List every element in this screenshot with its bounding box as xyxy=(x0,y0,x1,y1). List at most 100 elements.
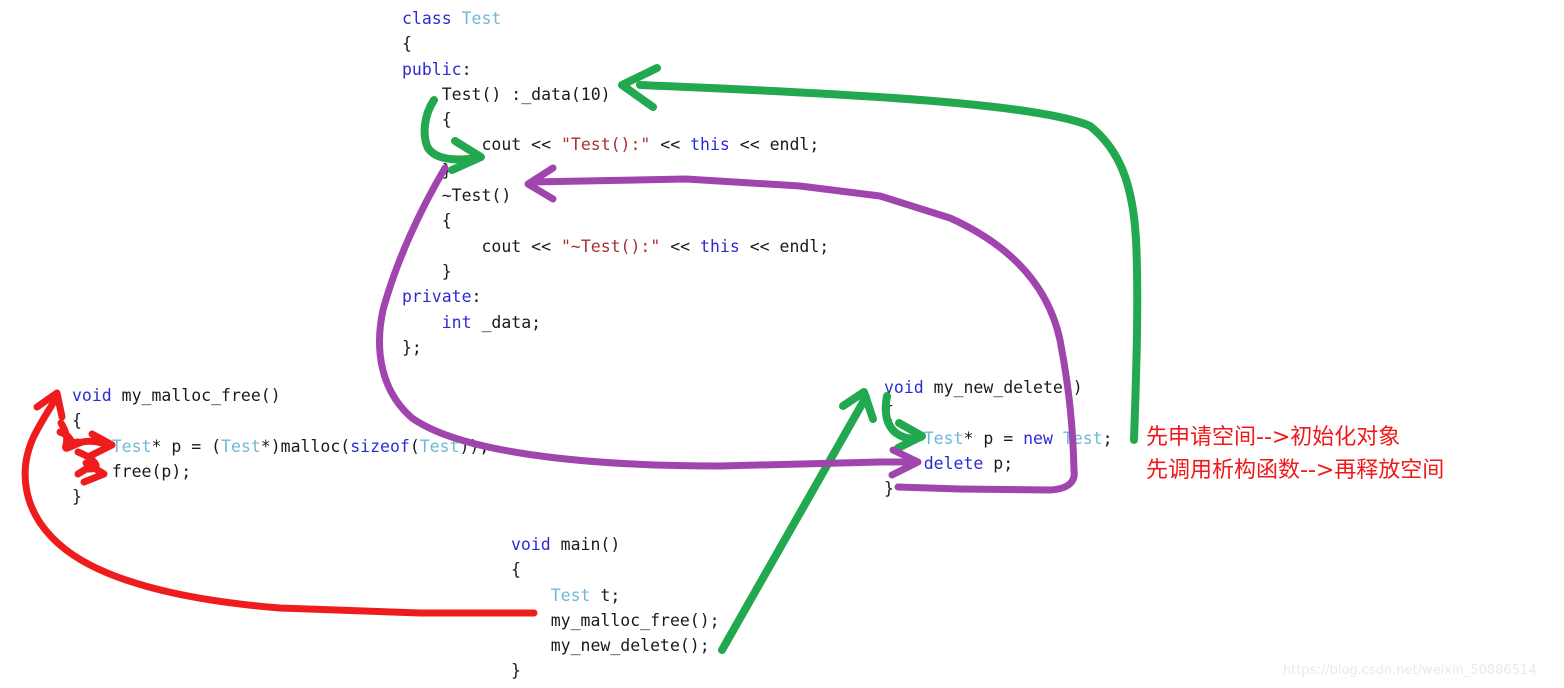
code-token: "Test():" xyxy=(560,135,651,155)
code-token: ( xyxy=(409,436,420,456)
code-token: { xyxy=(72,411,82,431)
code-line: void my_malloc_free() xyxy=(72,383,489,408)
code-token: cout << xyxy=(402,236,561,256)
code-line: class Test xyxy=(402,6,829,31)
code-line: } xyxy=(402,259,829,284)
code-token: } xyxy=(72,487,82,507)
code-token: main() xyxy=(550,535,621,554)
code-block-my-new-delete: void my_new_delete(){ Test* p = new Test… xyxy=(884,375,1113,501)
code-token: sizeof xyxy=(350,436,410,456)
code-line: } xyxy=(72,484,489,509)
code-line: cout << "Test():" << this << endl; xyxy=(402,132,829,157)
code-token: << xyxy=(650,135,691,155)
code-token: cout << xyxy=(402,135,561,155)
code-token: { xyxy=(884,403,894,423)
code-token: private xyxy=(402,287,472,307)
code-line: { xyxy=(402,107,829,132)
code-token: Test xyxy=(221,436,261,456)
code-block-my-malloc-free: void my_malloc_free(){ Test* p = (Test*)… xyxy=(72,383,489,509)
code-token: { xyxy=(402,34,412,54)
arrow-green-main-to-new-delete xyxy=(718,388,877,654)
code-token: } xyxy=(402,160,452,180)
code-token: { xyxy=(511,560,521,580)
code-token: *)malloc( xyxy=(260,436,351,456)
code-line: Test() :_data(10) xyxy=(402,82,829,107)
code-line: my_malloc_free(); xyxy=(511,608,720,633)
screenshot-canvas: class Test { public: Test() :_data(10) { c… xyxy=(0,0,1564,688)
code-token: : xyxy=(461,59,472,79)
code-token: ~Test() xyxy=(402,186,512,206)
code-line: { xyxy=(402,31,829,56)
code-line: Test t; xyxy=(511,583,720,608)
code-token: my_new_delete(); xyxy=(511,636,710,656)
code-token: class xyxy=(402,9,462,28)
watermark-url: https://blog.csdn.net/weixin_50886514 xyxy=(1283,663,1537,678)
code-line: Test* p = new Test; xyxy=(884,426,1113,451)
code-block-main: void main() { Test t; my_malloc_free(); m… xyxy=(511,532,720,684)
code-line: } xyxy=(511,658,720,683)
code-token: public xyxy=(402,59,462,79)
code-token: }; xyxy=(402,337,422,357)
code-token: Test xyxy=(111,436,152,456)
code-line: ~Test() xyxy=(402,183,829,208)
code-token: } xyxy=(402,261,452,281)
code-line: }; xyxy=(402,335,829,360)
code-line: Test* p = (Test*)malloc(sizeof(Test)); xyxy=(72,434,490,459)
code-token: void xyxy=(72,386,112,405)
code-token: t; xyxy=(590,585,621,605)
code-line: { xyxy=(72,408,489,433)
code-line: { xyxy=(402,208,829,233)
code-line: free(p); xyxy=(72,459,489,484)
code-token: void xyxy=(884,378,924,397)
code-token: : xyxy=(471,287,482,307)
code-token: )); xyxy=(459,436,490,456)
code-token: } xyxy=(884,479,894,499)
code-line: } xyxy=(402,158,829,183)
code-token: int xyxy=(441,312,472,332)
code-token: Test xyxy=(461,9,502,28)
code-line: my_new_delete(); xyxy=(511,633,720,658)
code-line: public: xyxy=(402,57,829,82)
code-line: } xyxy=(884,476,1113,501)
code-line: { xyxy=(884,400,1113,425)
code-token: << endl; xyxy=(729,135,820,155)
code-token: Test xyxy=(1062,428,1103,448)
code-token: } xyxy=(511,661,521,681)
code-token: Test() :_data(10) xyxy=(402,84,611,104)
code-token: _data; xyxy=(471,312,542,332)
code-token: this xyxy=(690,135,730,155)
code-line: { xyxy=(511,557,720,582)
code-token: my_new_delete() xyxy=(923,378,1083,397)
code-token: * p = xyxy=(963,428,1024,448)
code-line: int _data; xyxy=(402,310,829,335)
code-token: free(p); xyxy=(72,461,192,481)
code-token: p; xyxy=(983,453,1014,473)
code-token: my_malloc_free(); xyxy=(511,610,720,630)
code-block-class-test: class Test { public: Test() :_data(10) { c… xyxy=(402,6,829,360)
code-token: Test xyxy=(923,428,964,448)
code-line: void main() xyxy=(511,532,720,557)
code-line: cout << "~Test():" << this << endl; xyxy=(402,234,829,259)
code-token: << xyxy=(660,236,701,256)
code-token: << endl; xyxy=(739,236,830,256)
code-token: this xyxy=(700,236,740,256)
code-token: "~Test():" xyxy=(560,236,661,256)
code-token: Test xyxy=(419,436,460,456)
code-token: ; xyxy=(1102,428,1113,448)
code-line: private: xyxy=(402,284,829,309)
code-token: void xyxy=(511,535,551,554)
code-token: new xyxy=(1023,428,1053,448)
code-token: { xyxy=(402,211,452,231)
code-token: Test xyxy=(550,585,591,605)
code-token: my_malloc_free() xyxy=(111,386,281,405)
annotation-note: 先申请空间-->初始化对象 先调用析构函数-->再释放空间 xyxy=(1146,425,1445,483)
code-line: delete p; xyxy=(884,451,1113,476)
code-token: * p = ( xyxy=(151,436,222,456)
code-token: delete xyxy=(923,453,984,473)
